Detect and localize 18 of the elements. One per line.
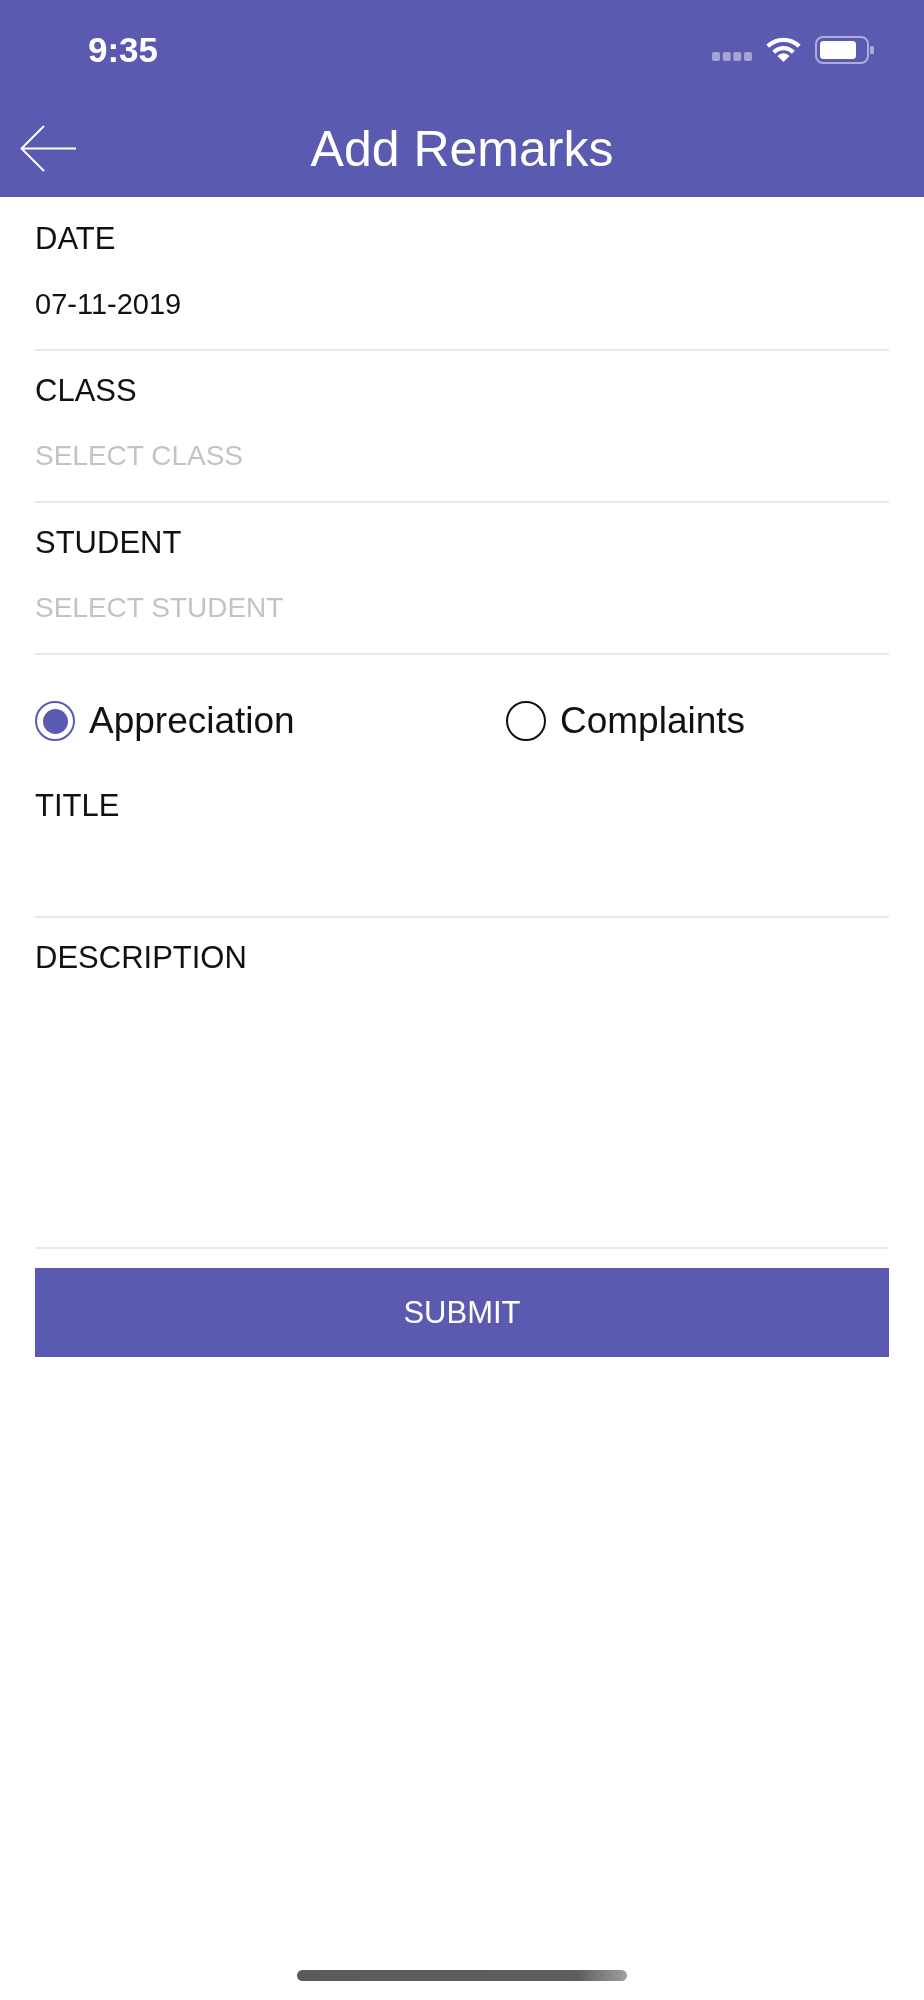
- date-field[interactable]: 07-11-2019: [35, 257, 889, 351]
- remark-type-option[interactable]: Appreciation: [35, 699, 295, 743]
- back-button[interactable]: [20, 125, 77, 172]
- status-time: 9:35: [88, 30, 159, 70]
- signal-dots-icon: [712, 52, 752, 61]
- wifi-icon: [766, 37, 801, 63]
- field-label: DESCRIPTION: [35, 940, 247, 976]
- remark-type-option[interactable]: Complaints: [506, 699, 746, 743]
- battery-icon: [815, 36, 874, 64]
- field-label: TITLE: [35, 788, 120, 824]
- field-label: CLASS: [35, 373, 137, 409]
- field-label: STUDENT: [35, 525, 182, 561]
- select-field[interactable]: SELECT STUDENT: [35, 561, 889, 655]
- screen-title: Add Remarks: [310, 119, 614, 179]
- submit-button[interactable]: SUBMIT: [35, 1268, 889, 1357]
- field-label: DATE: [35, 221, 116, 257]
- select-field[interactable]: SELECT CLASS: [35, 409, 889, 503]
- back-arrow-icon: [20, 125, 77, 172]
